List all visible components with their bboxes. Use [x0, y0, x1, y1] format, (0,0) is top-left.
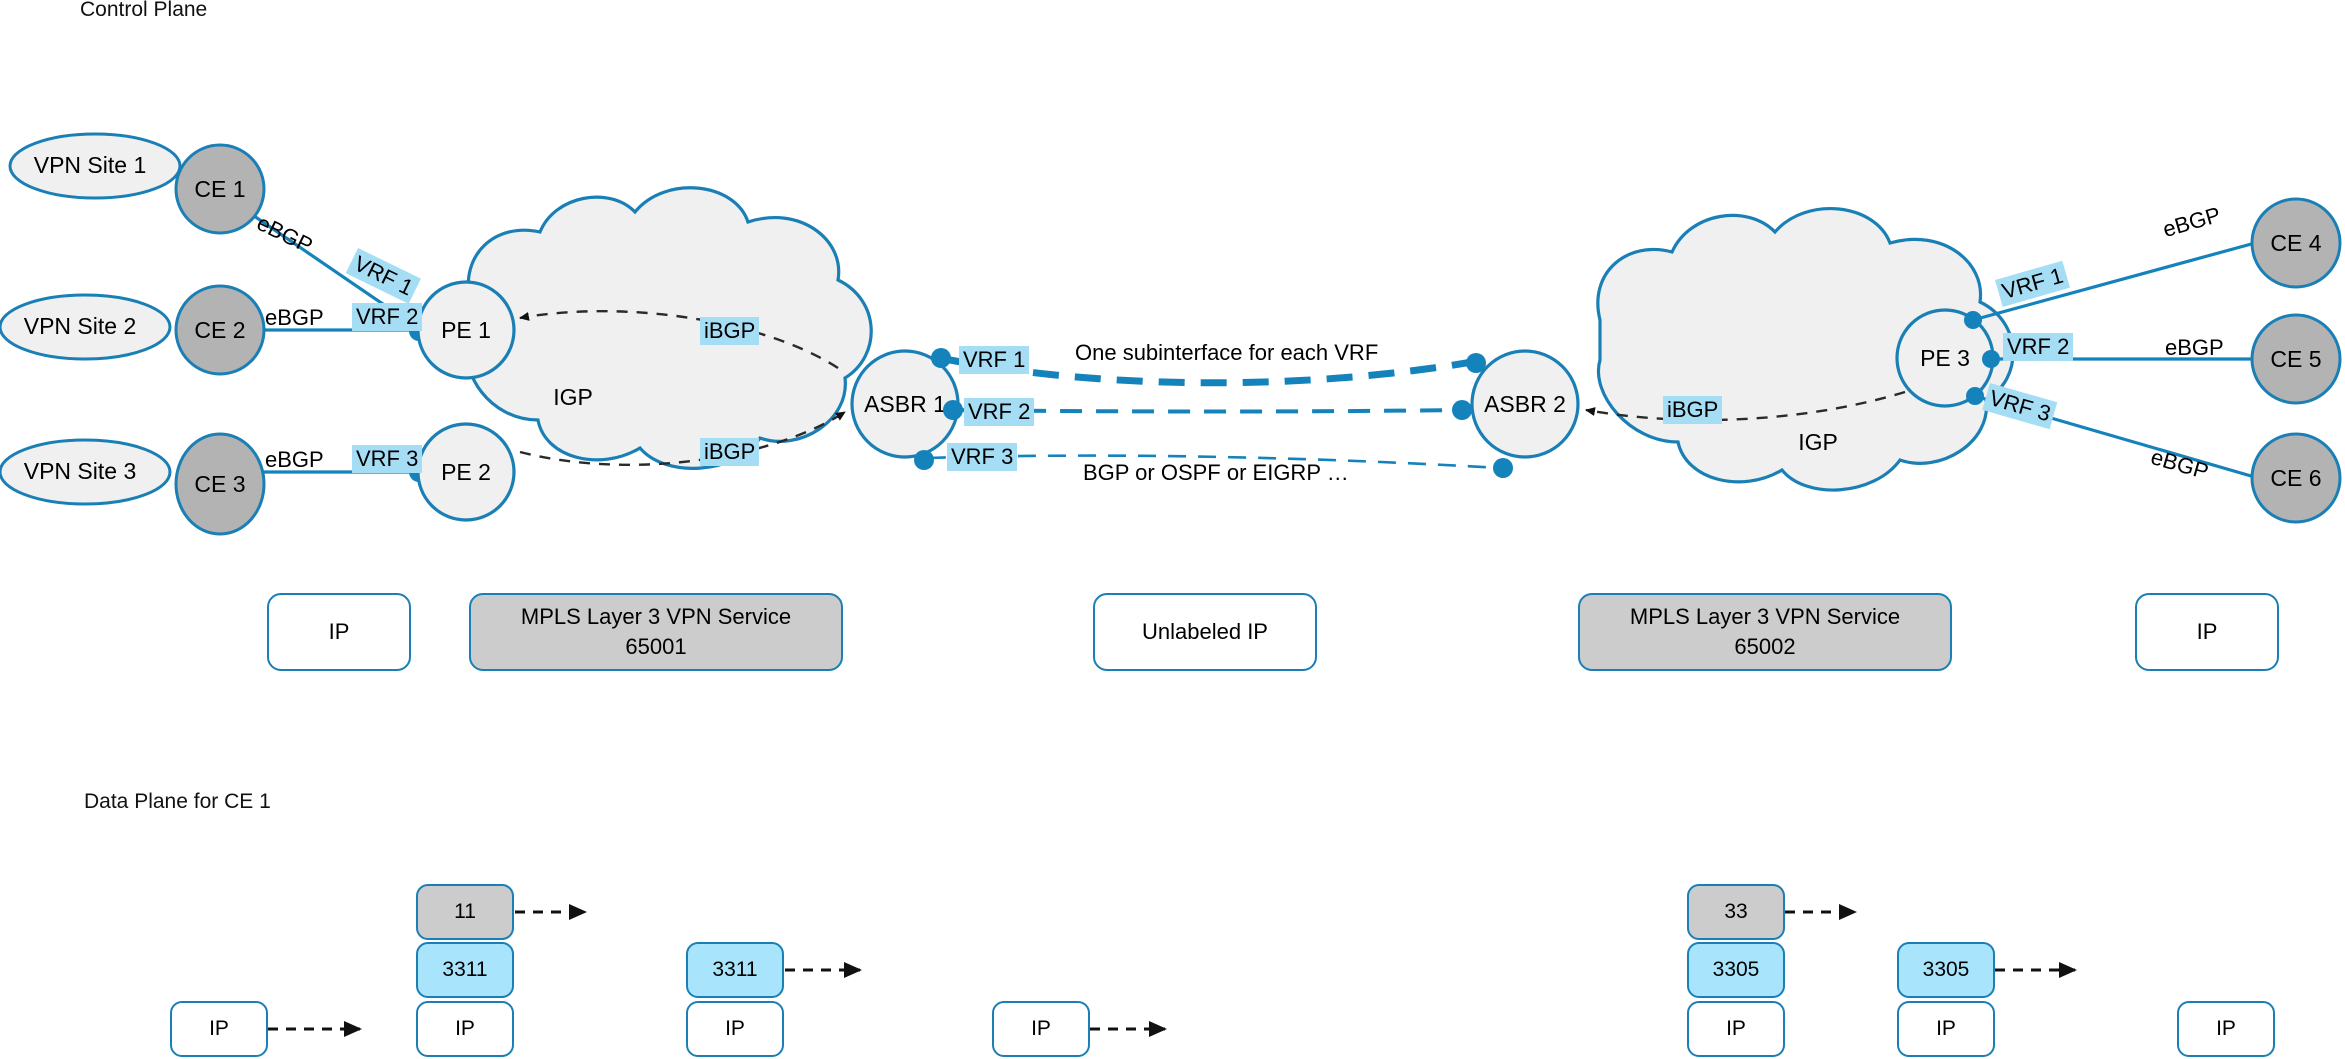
packet-stack-5-layer-ip: IP	[1687, 1001, 1785, 1057]
ce-1-label: CE 1	[194, 176, 245, 202]
asbr-1-label: ASBR 1	[864, 391, 946, 417]
if-dot-asbr1-vrf3	[914, 450, 934, 470]
ce-5-label: CE 5	[2270, 346, 2321, 372]
packet-label: IP	[1031, 1016, 1051, 1040]
packet-label: IP	[2216, 1016, 2236, 1040]
vrf-tag-asbr1-vrf1: VRF 1	[959, 346, 1030, 374]
packet-label: IP	[725, 1016, 745, 1040]
packet-label: IP	[1726, 1016, 1746, 1040]
ce-6-label: CE 6	[2270, 465, 2321, 491]
ibgp-tag-left-upper: iBGP	[700, 317, 760, 345]
igp-cloud-left-label: IGP	[553, 384, 593, 410]
packet-stack-2-layer-vpn: 3311	[416, 942, 514, 998]
vrf-tag-pe3-vrf2: VRF 2	[2003, 333, 2074, 361]
packet-stack-3-layer-ip: IP	[686, 1001, 784, 1057]
vrf-tag-asbr1-vrf3: VRF 3	[947, 443, 1018, 471]
ce-3: CE 3	[174, 432, 266, 536]
if-dot-asbr1-vrf1	[931, 348, 951, 368]
pe-2: PE 2	[416, 422, 516, 522]
ebgp-label-ce3: eBGP	[265, 447, 324, 472]
ce-2: CE 2	[174, 284, 266, 376]
service-box-ip-right: IP	[2135, 593, 2279, 671]
service-box-ip-right-label: IP	[2196, 619, 2218, 645]
packet-label: 3305	[1922, 957, 1970, 981]
packet-label: 3311	[712, 957, 758, 981]
packet-stack-4-layer-ip: IP	[992, 1001, 1090, 1057]
vpn-site-2-label: VPN Site 2	[24, 313, 137, 339]
packet-stack-6-layer-ip: IP	[1897, 1001, 1995, 1057]
mpls-65002-line1: MPLS Layer 3 VPN Service	[1629, 604, 1901, 630]
ce-2-label: CE 2	[194, 317, 245, 343]
packet-stack-7-layer-ip: IP	[2177, 1001, 2275, 1057]
vpn-site-1: VPN Site 1	[8, 132, 182, 200]
vrf-tag-pe2-vrf3: VRF 3	[352, 445, 423, 473]
packet-label: IP	[455, 1016, 475, 1040]
packet-stack-3-layer-vpn: 3311	[686, 942, 784, 998]
packet-stack-2-layer-ip: IP	[416, 1001, 514, 1057]
igp-cloud-right-label: IGP	[1798, 429, 1838, 455]
network-topology-svg: IGP IGP VPN Site 1 VPN Site 2 VPN Site 3	[0, 132, 2342, 1037]
packet-stack-5-layer-outer: 33	[1687, 884, 1785, 940]
annotation-protocols: BGP or OSPF or EIGRP …	[1083, 460, 1349, 485]
pe-1: PE 1	[416, 280, 516, 380]
mpls-65001-line2: 65001	[625, 634, 687, 659]
vpn-site-1-label: VPN Site 1	[34, 152, 147, 178]
if-dot-asbr2-vrf3	[1493, 458, 1513, 478]
vpn-site-3-label: VPN Site 3	[24, 458, 137, 484]
packet-label: IP	[209, 1016, 229, 1040]
service-box-ip-left-label: IP	[328, 619, 350, 645]
mpls-65002-line2: 65002	[1734, 634, 1796, 659]
vpn-site-3: VPN Site 3	[0, 438, 172, 506]
ce-3-label: CE 3	[194, 471, 245, 497]
pe-1-label: PE 1	[441, 317, 491, 343]
packet-label: 3311	[442, 957, 488, 981]
ebgp-label-ce5: eBGP	[2165, 335, 2224, 360]
packet-label: IP	[1936, 1016, 1956, 1040]
pe-2-label: PE 2	[441, 459, 491, 485]
vpn-site-2: VPN Site 2	[0, 293, 172, 361]
service-box-ip-left: IP	[267, 593, 411, 671]
packet-stack-5-layer-vpn: 3305	[1687, 942, 1785, 998]
mpls-65001-line1: MPLS Layer 3 VPN Service	[520, 604, 792, 630]
packet-label: 11	[454, 899, 476, 923]
asbr-2-label: ASBR 2	[1484, 391, 1566, 417]
control-plane-title: Control Plane	[80, 0, 208, 21]
pe-3-label: PE 3	[1920, 345, 1970, 371]
packet-stack-1-layer-ip: IP	[170, 1001, 268, 1057]
diagram-canvas: IGP IGP VPN Site 1 VPN Site 2 VPN Site 3	[0, 0, 2345, 1059]
packet-stack-6-layer-vpn: 3305	[1897, 942, 1995, 998]
ce-6: CE 6	[2250, 432, 2342, 524]
packet-label: 33	[1724, 899, 1748, 923]
annotation-subinterface: One subinterface for each VRF	[1075, 340, 1379, 365]
ebgp-label-ce2: eBGP	[265, 305, 324, 330]
vrf-tag-pe1-vrf2: VRF 2	[352, 303, 423, 331]
igp-cloud-left: IGP	[465, 186, 873, 470]
ce-4-label: CE 4	[2270, 230, 2321, 256]
ce-5: CE 5	[2250, 313, 2342, 405]
if-dot-asbr2-vrf2	[1452, 400, 1472, 420]
ce-4: CE 4	[2250, 197, 2342, 289]
vrf-tag-asbr1-vrf2: VRF 2	[964, 398, 1035, 426]
ce-1: CE 1	[174, 143, 266, 235]
service-box-mpls-65001: MPLS Layer 3 VPN Service 65001	[469, 593, 843, 671]
service-box-mpls-65002: MPLS Layer 3 VPN Service 65002	[1578, 593, 1952, 671]
asbr-2: ASBR 2	[1470, 349, 1580, 459]
ibgp-tag-left-lower: iBGP	[700, 438, 760, 466]
data-plane-title: Data Plane for CE 1	[84, 790, 271, 813]
ibgp-tag-right: iBGP	[1663, 396, 1723, 424]
packet-label: 3305	[1712, 957, 1760, 981]
packet-stack-2-layer-outer: 11	[416, 884, 514, 940]
service-box-unlabeled-ip: Unlabeled IP	[1093, 593, 1317, 671]
unlabeled-ip-label: Unlabeled IP	[1142, 619, 1268, 645]
